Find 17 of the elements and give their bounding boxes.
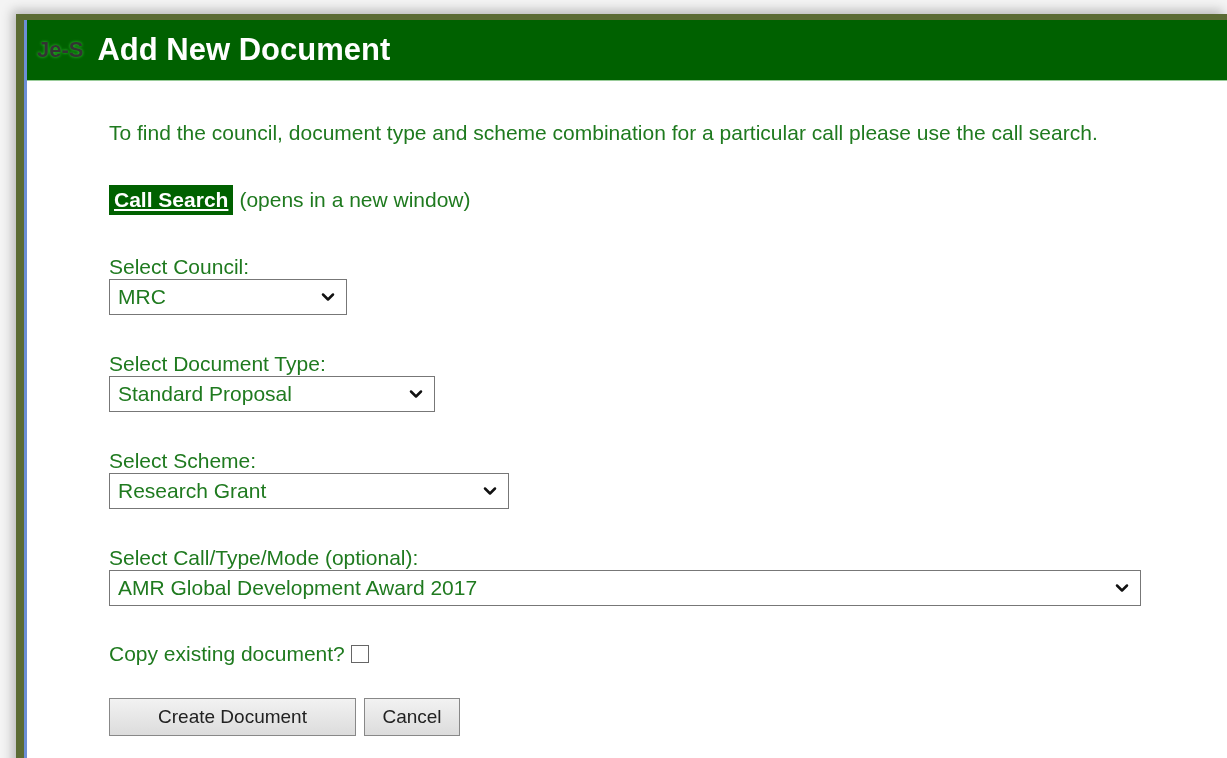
dropdown[interactable]: Standard Proposal [109, 376, 435, 412]
field-label: Select Scheme: [109, 449, 258, 473]
link-note: (opens in a new window) [239, 188, 471, 212]
checkbox-label: Copy existing document? [109, 642, 345, 666]
dropdown[interactable]: AMR Global Development Award 2017 [109, 570, 1141, 606]
dropdown[interactable]: Research Grant [109, 473, 509, 509]
form-button[interactable]: Cancel [364, 698, 460, 736]
field-label: Select Document Type: [109, 352, 327, 376]
logo: Je-S [37, 37, 84, 63]
field-label: Select Call/Type/Mode (optional): [109, 546, 420, 570]
dropdown[interactable]: MRC [109, 279, 347, 315]
form-button[interactable]: Create Document [109, 698, 356, 736]
page-title: Add New Document [97, 32, 391, 68]
field-label: Select Council: [109, 255, 251, 279]
checkbox[interactable] [350, 645, 369, 663]
call-search-link[interactable]: Call Search [109, 185, 234, 215]
intro-text: To find the council, document type and scheme combination for a particular call please use the call search. [109, 121, 1099, 145]
